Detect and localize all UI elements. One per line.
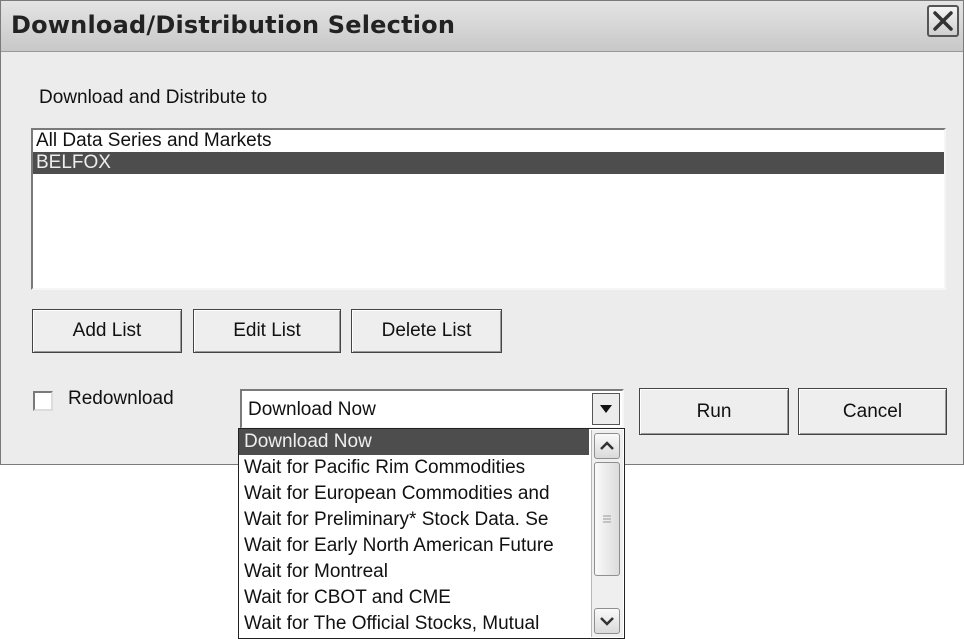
chevron-up-icon: [600, 441, 614, 450]
dropdown-arrow-button[interactable]: [592, 393, 620, 425]
cancel-button[interactable]: Cancel: [798, 388, 947, 435]
chevron-down-icon: [600, 405, 612, 413]
dropdown-option[interactable]: Download Now: [239, 429, 589, 455]
dropdown-option[interactable]: Wait for Pacific Rim Commodities: [239, 455, 589, 481]
list-item-belfox[interactable]: BELFOX: [33, 152, 944, 174]
redownload-checkbox[interactable]: [33, 391, 53, 411]
run-button[interactable]: Run: [639, 388, 789, 435]
distribution-listbox[interactable]: All Data Series and Markets BELFOX: [31, 128, 946, 290]
dropdown-option[interactable]: Wait for Early North American Future: [239, 533, 589, 559]
dropdown-option[interactable]: Wait for The Official Stocks, Mutual: [239, 611, 589, 637]
timing-select[interactable]: Download Now: [240, 389, 624, 429]
download-distribute-label: Download and Distribute to: [39, 87, 268, 108]
download-distribution-dialog: Download/Distribution Selection Download…: [0, 0, 964, 465]
dropdown-option[interactable]: Wait for CBOT and CME: [239, 585, 589, 611]
grip-icon: [603, 515, 611, 523]
dropdown-scrollbar[interactable]: [591, 430, 623, 637]
dropdown-option[interactable]: Wait for Montreal: [239, 559, 589, 585]
chevron-down-icon: [600, 617, 614, 626]
close-button[interactable]: [927, 5, 959, 37]
edit-list-button[interactable]: Edit List: [193, 309, 341, 353]
scroll-thumb[interactable]: [594, 462, 620, 576]
dropdown-option[interactable]: Wait for European Commodities and: [239, 481, 589, 507]
delete-list-button[interactable]: Delete List: [351, 309, 502, 353]
title-bar[interactable]: Download/Distribution Selection: [1, 1, 963, 52]
timing-select-value: Download Now: [248, 399, 376, 420]
dialog-title: Download/Distribution Selection: [11, 11, 456, 39]
redownload-label: Redownload: [68, 388, 174, 409]
scroll-up-button[interactable]: [594, 433, 620, 459]
dropdown-option[interactable]: Wait for Preliminary* Stock Data. Se: [239, 507, 589, 533]
add-list-button[interactable]: Add List: [32, 309, 182, 353]
timing-dropdown-list[interactable]: Download Now Wait for Pacific Rim Commod…: [238, 428, 625, 639]
close-x-icon: [933, 11, 953, 31]
scroll-down-button[interactable]: [594, 608, 620, 634]
list-item-all-data[interactable]: All Data Series and Markets: [33, 130, 944, 152]
